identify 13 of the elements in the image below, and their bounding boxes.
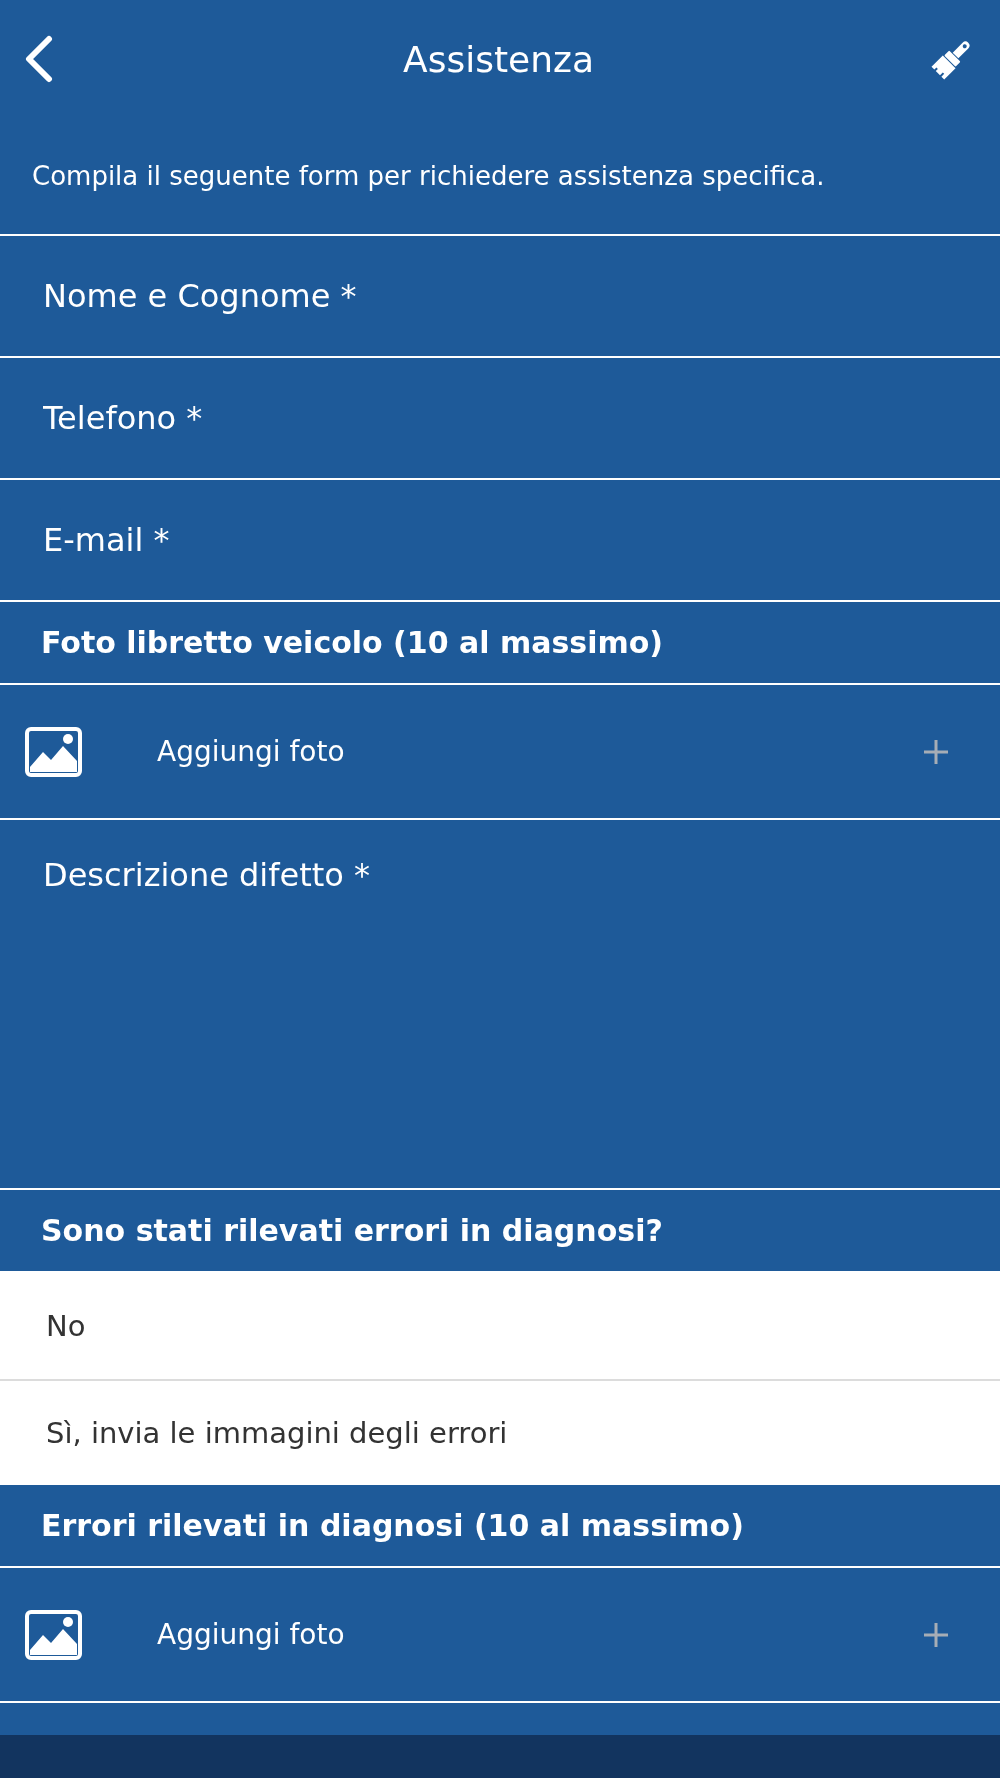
plus-icon (924, 739, 948, 764)
input-field[interactable]: Nome e Cognome * (0, 236, 1000, 358)
intro-text: Compila il seguente form per richiedere assistenza specifica. (0, 118, 1000, 236)
image-icon (25, 726, 82, 777)
input-field[interactable]: Telefono * (0, 358, 1000, 480)
section-title: Errori rilevati in diagnosi (10 al massimo) (41, 1508, 744, 1543)
plus-icon (924, 1622, 948, 1647)
textarea-field[interactable]: Descrizione difetto * (0, 820, 1000, 1190)
image-icon (25, 1609, 82, 1660)
input-field[interactable]: E-mail * (0, 480, 1000, 602)
section-title: Foto libretto veicolo (10 al massimo) (41, 625, 664, 660)
page-title: Assistenza (403, 38, 594, 80)
section-title: Sono stati rilevati errori in diagnosi? (41, 1213, 663, 1248)
